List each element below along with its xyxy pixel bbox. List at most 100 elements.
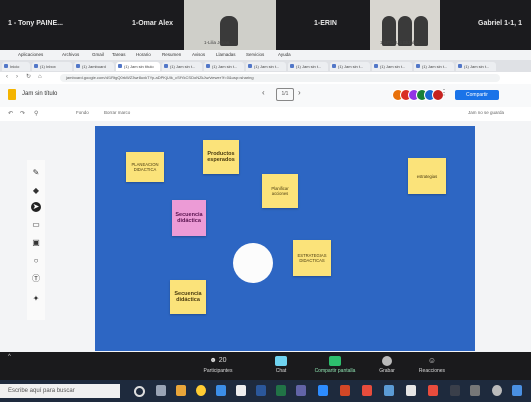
jamboard-subtoolbar: ↶ ↷ ⚲ Fondo Borrar marco Jam no se guard… xyxy=(0,107,531,121)
select-icon[interactable]: ➤ xyxy=(31,202,41,212)
participant-tile[interactable]: 1-Omar Alex xyxy=(92,0,182,50)
bookmark[interactable]: Resumen xyxy=(162,52,181,57)
reactions-icon: ☺ xyxy=(427,356,437,365)
participant-name: 1-ERIN xyxy=(314,20,337,27)
taskbar: Escribe aquí para buscar xyxy=(0,380,531,402)
taskbar-search-input[interactable]: Escribe aquí para buscar xyxy=(0,384,120,398)
laser-icon[interactable]: ✦ xyxy=(31,294,41,304)
browser-tab[interactable]: (1) Jam sin t... xyxy=(330,62,370,71)
app-icon[interactable] xyxy=(492,385,502,396)
frame-pager: ‹ 1/1 › xyxy=(262,88,301,101)
sticky-note[interactable]: ESTRATEGIAS DIDACTICAS xyxy=(293,240,331,276)
bookmark[interactable]: Archivos xyxy=(62,52,79,57)
zoom-icon[interactable] xyxy=(318,385,328,396)
drawing-toolbar: ✎ ◆ ➤ ▭ ▣ ○ Ⓣ ✦ xyxy=(27,160,45,320)
sticky-note[interactable]: Planificar acciones xyxy=(262,174,298,208)
chat-label: Chat xyxy=(275,368,287,374)
more-options-icon[interactable]: ⋮ xyxy=(440,88,448,97)
app-icon[interactable] xyxy=(428,385,438,396)
powerpoint-icon[interactable] xyxy=(340,385,350,396)
participant-strip: 1 - Tony PAINE... 1-Omar Alex 1-Lilia Jo… xyxy=(0,0,531,50)
participant-name: 1-Omar Alex xyxy=(132,20,173,27)
background-button[interactable]: Fondo xyxy=(76,110,89,115)
browser-tab[interactable]: (1) Jam sin t... xyxy=(288,62,328,71)
circle-icon[interactable]: ○ xyxy=(31,256,41,266)
participant-tile[interactable]: 1 - Tony PAINE... xyxy=(0,0,90,50)
sticky-note-icon[interactable]: ▭ xyxy=(31,220,41,230)
app-icon[interactable] xyxy=(384,385,394,396)
bookmark[interactable]: Gmail xyxy=(92,52,104,57)
app-icon[interactable] xyxy=(156,385,166,396)
browser-tab-active[interactable]: (1) Jam sin título xyxy=(116,62,160,71)
frame-indicator[interactable]: 1/1 xyxy=(276,88,294,101)
app-icon[interactable] xyxy=(362,385,372,396)
bookmarks-bar: Aplicaciones Archivos Gmail Tareas Horar… xyxy=(0,50,531,60)
record-button[interactable]: Grabar xyxy=(372,356,402,374)
bookmark[interactable]: Horario xyxy=(136,52,151,57)
image-icon[interactable]: ▣ xyxy=(31,238,41,248)
eraser-icon[interactable]: ◆ xyxy=(31,186,41,196)
pen-icon[interactable]: ✎ xyxy=(31,168,41,178)
sticky-note[interactable]: Secuencia didáctica xyxy=(172,200,206,236)
file-explorer-icon[interactable] xyxy=(176,385,186,396)
app-icon[interactable] xyxy=(450,385,460,396)
bookmark[interactable]: Llamadas xyxy=(216,52,236,57)
share-button[interactable]: Compartir xyxy=(455,90,499,100)
participant-name: 1-EPCLUS Elizabe... xyxy=(380,40,422,45)
share-screen-button[interactable]: Compartir pantalla xyxy=(308,356,362,374)
app-icon[interactable] xyxy=(406,385,416,396)
reload-icon[interactable]: ↻ xyxy=(26,74,32,80)
home-icon[interactable]: ⌂ xyxy=(38,74,44,80)
bookmark[interactable]: Aplicaciones xyxy=(18,52,43,57)
excel-icon[interactable] xyxy=(276,385,286,396)
clear-frame-button[interactable]: Borrar marco xyxy=(104,110,130,115)
record-label: Grabar xyxy=(379,368,395,374)
text-box-icon[interactable]: Ⓣ xyxy=(31,274,41,284)
bookmark[interactable]: Avisos xyxy=(192,52,205,57)
app-icon[interactable] xyxy=(216,385,226,396)
bookmark[interactable]: Ayuda xyxy=(278,52,291,57)
sticky-note[interactable]: Productos esperados xyxy=(203,140,239,174)
browser-tab[interactable]: (1) Jam sin t... xyxy=(414,62,454,71)
redo-icon[interactable]: ↷ xyxy=(20,110,25,117)
jamboard-logo-icon[interactable] xyxy=(8,89,16,100)
browser-tab[interactable]: (1) Jam sin t... xyxy=(162,62,202,71)
browser-tab[interactable]: Inicio xyxy=(2,62,30,71)
sticky-note[interactable]: PLANEACION DIDACTICA xyxy=(126,152,164,182)
url-input[interactable]: jamboard.google.com/d/1RtgQ0rkWZ3wr8uxkT… xyxy=(60,74,500,82)
browser-tab[interactable]: (1) Jamboard xyxy=(74,62,114,71)
word-icon[interactable] xyxy=(256,385,266,396)
next-frame-icon[interactable]: › xyxy=(298,88,301,97)
back-icon[interactable]: ‹ xyxy=(6,74,12,80)
chrome-icon[interactable] xyxy=(196,385,206,396)
browser-tab[interactable]: (1) Inbox xyxy=(32,62,72,71)
participants-button[interactable]: ☻ 20 Participantes xyxy=(196,356,240,374)
jam-title[interactable]: Jam sin título xyxy=(22,91,57,97)
participant-video-tile[interactable]: 1-EPCLUS Elizabe... xyxy=(370,0,440,50)
undo-icon[interactable]: ↶ xyxy=(8,110,13,117)
bookmark[interactable]: Servicios xyxy=(246,52,264,57)
zoom-icon[interactable]: ⚲ xyxy=(34,110,38,117)
task-view-icon[interactable] xyxy=(134,386,145,397)
participant-tile[interactable]: 1-ERIN xyxy=(278,0,368,50)
save-status: Jam no se guarda xyxy=(468,110,505,115)
prev-frame-icon[interactable]: ‹ xyxy=(262,88,265,97)
forward-icon[interactable]: › xyxy=(16,74,22,80)
browser-tab[interactable]: (1) Jam sin t... xyxy=(204,62,244,71)
reactions-button[interactable]: ☺ Reacciones xyxy=(410,356,454,374)
browser-tab[interactable]: (1) Jam sin t... xyxy=(372,62,412,71)
circle-shape[interactable] xyxy=(233,243,273,283)
sticky-note[interactable]: Secuencia didáctica xyxy=(170,280,206,314)
participant-tile[interactable]: Gabriel 1-1, 1 xyxy=(442,0,531,50)
browser-tab[interactable]: (1) Jam sin t... xyxy=(246,62,286,71)
app-icon[interactable] xyxy=(470,385,480,396)
browser-tab[interactable]: (1) Jam sin t... xyxy=(456,62,496,71)
participant-video-tile[interactable]: 1-Lilia Joyan... xyxy=(184,0,276,50)
chat-button[interactable]: Chat xyxy=(266,356,296,374)
teams-icon[interactable] xyxy=(296,385,306,396)
sticky-note[interactable]: estrategias xyxy=(408,158,446,194)
app-icon[interactable] xyxy=(512,385,522,396)
app-icon[interactable] xyxy=(236,385,246,396)
chevron-up-icon[interactable]: ^ xyxy=(8,354,11,360)
bookmark[interactable]: Tareas xyxy=(112,52,126,57)
